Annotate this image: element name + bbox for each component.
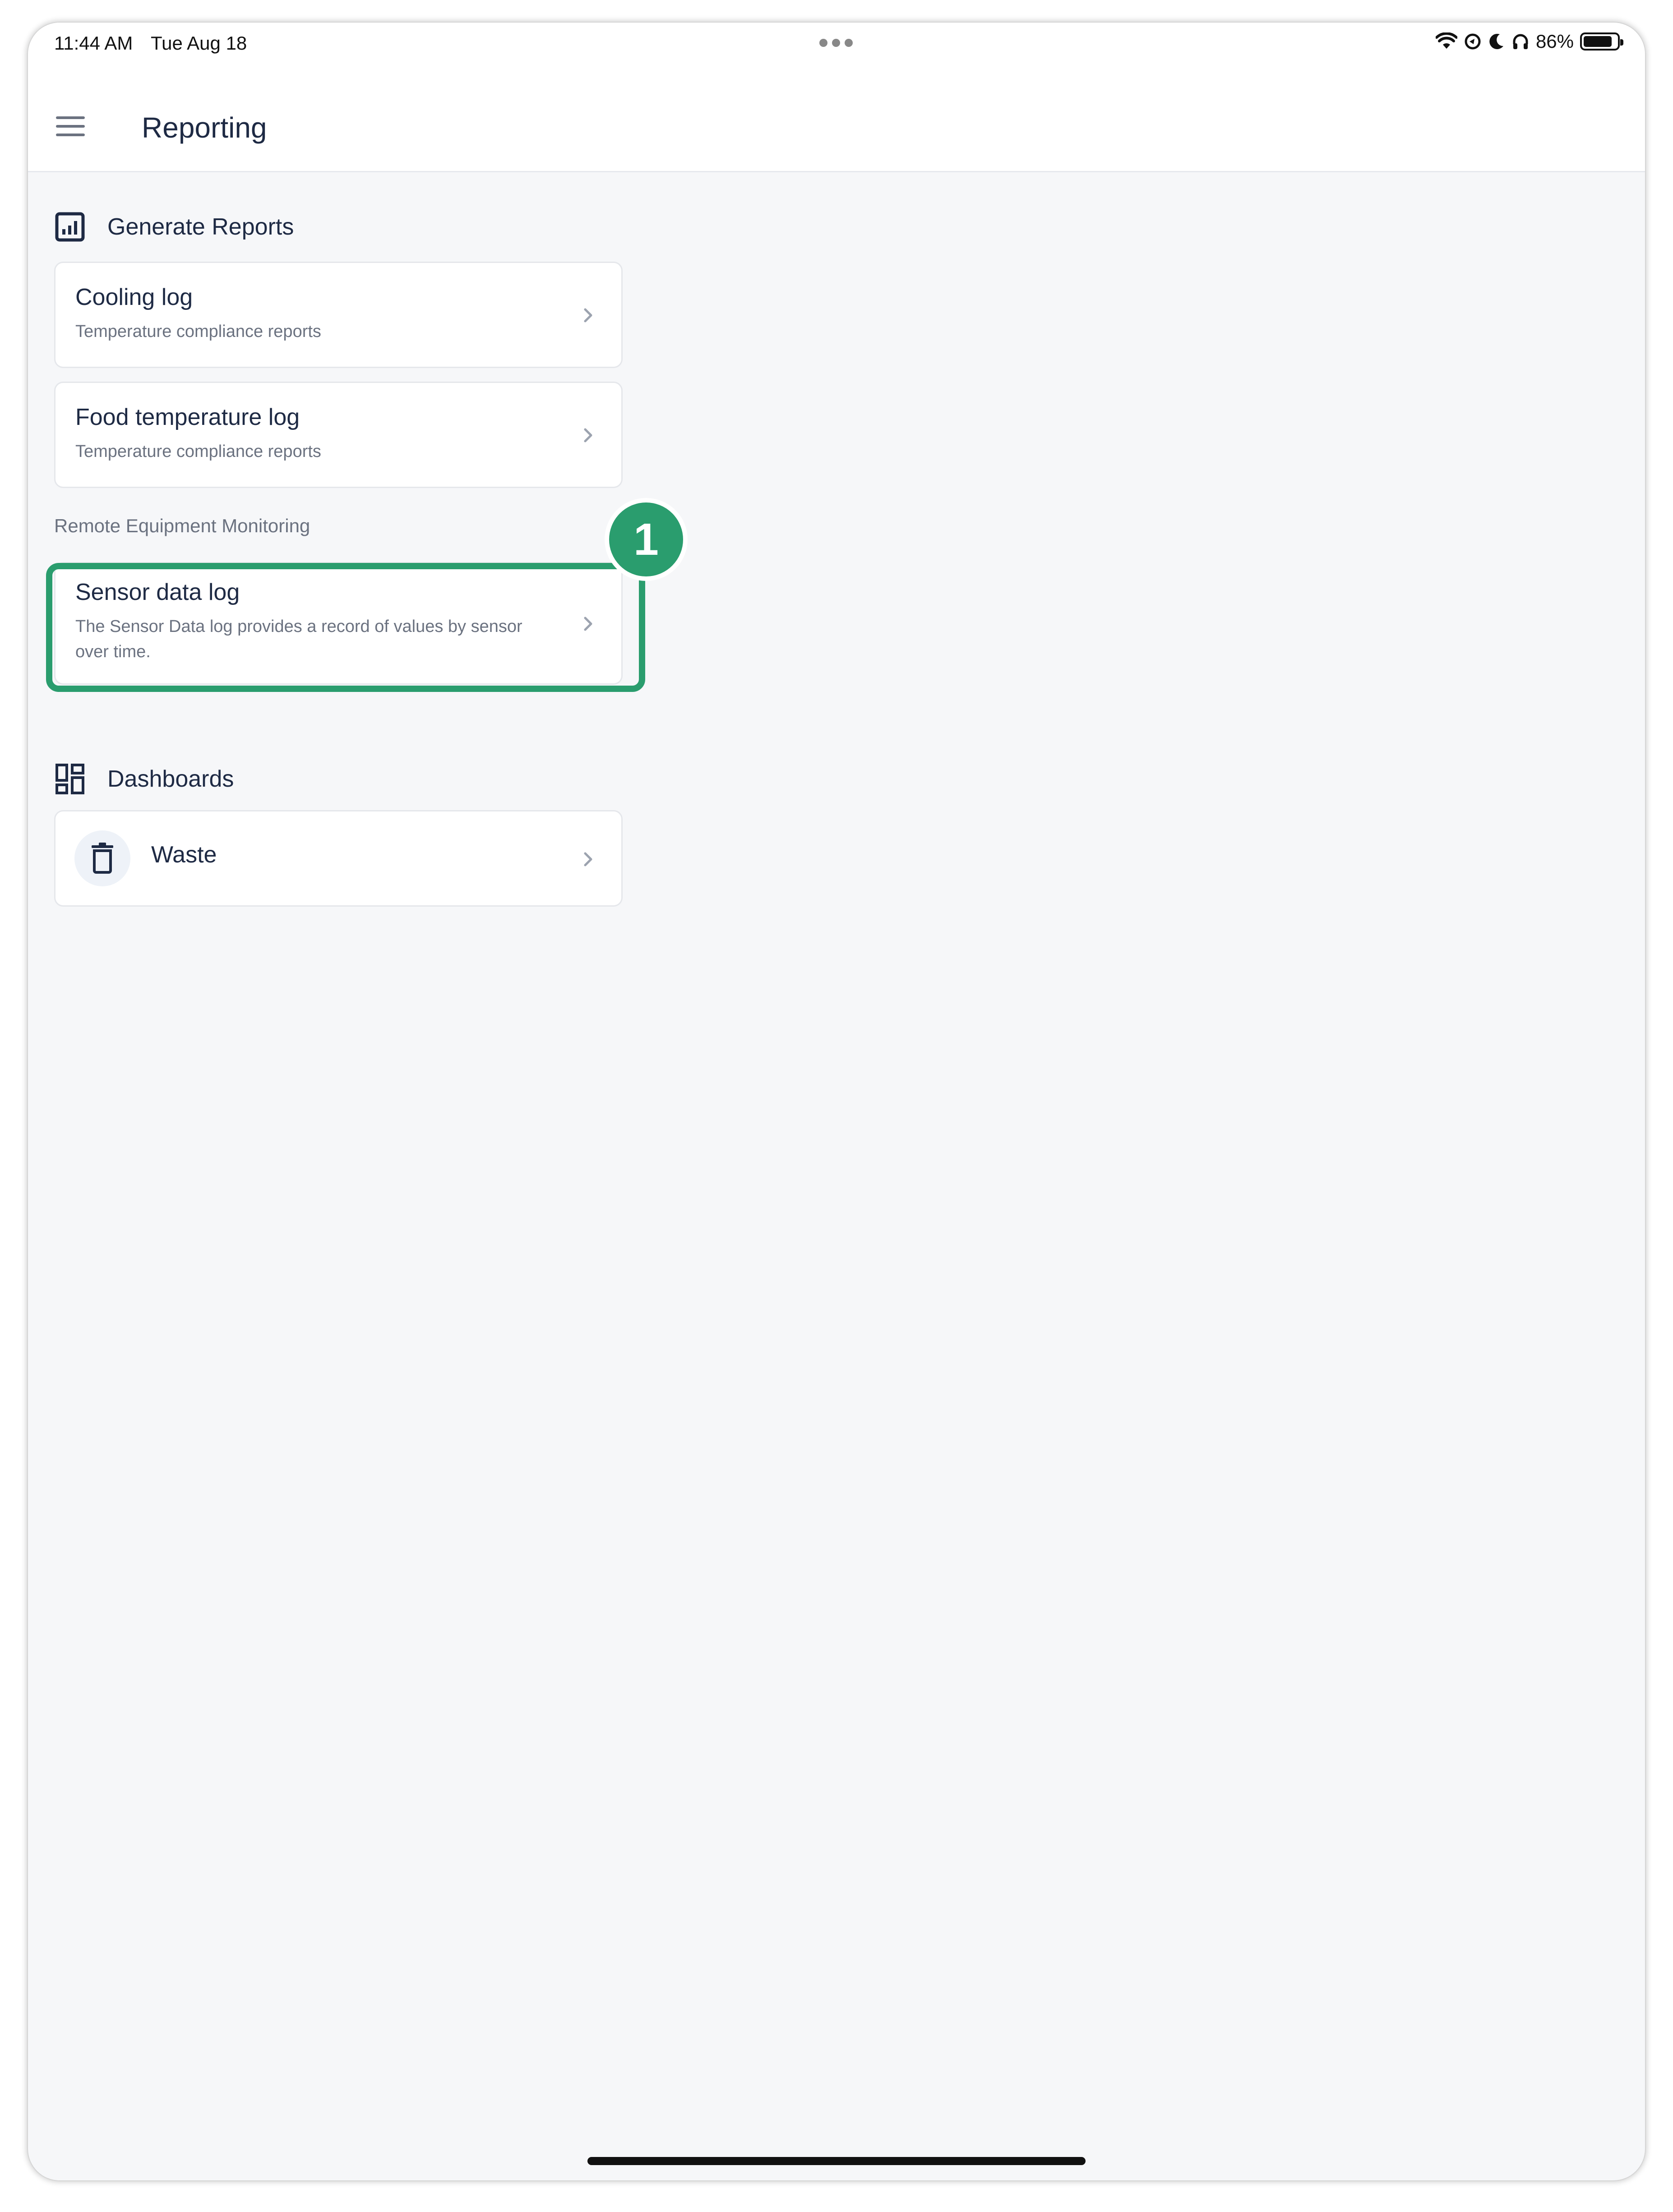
dashboards-header: Dashboards <box>54 763 234 795</box>
multitasking-dots[interactable] <box>819 39 853 47</box>
dashboard-card-waste[interactable]: Waste <box>54 810 623 907</box>
moon-icon <box>1489 33 1503 49</box>
bar-chart-icon <box>54 211 86 243</box>
report-card-subtitle: The Sensor Data log provides a record of… <box>75 617 522 661</box>
chevron-right-icon <box>584 852 592 866</box>
device-frame: 11:44 AM Tue Aug 18 86% Reporting Genera… <box>28 23 1645 2180</box>
location-lock-icon <box>1465 33 1481 50</box>
report-card-subtitle: Temperature compliance reports <box>75 442 321 461</box>
hamburger-menu-icon[interactable] <box>56 116 85 136</box>
report-card-sensor-data-log[interactable]: Sensor data log The Sensor Data log prov… <box>54 562 623 685</box>
report-card-food-temperature-log[interactable]: Food temperature log Temperature complia… <box>54 382 623 488</box>
status-date: Tue Aug 18 <box>151 32 247 54</box>
generate-reports-header: Generate Reports <box>54 211 294 243</box>
chevron-right-icon <box>584 617 592 631</box>
report-card-title: Cooling log <box>75 284 193 310</box>
report-card-title: Food temperature log <box>75 404 300 430</box>
battery-icon <box>1580 32 1623 51</box>
page-title: Reporting <box>142 111 267 144</box>
status-icons: 86% <box>1435 31 1623 52</box>
remote-monitoring-label: Remote Equipment Monitoring <box>54 515 310 536</box>
wifi-icon <box>1435 32 1457 49</box>
status-bar: 11:44 AM Tue Aug 18 86% <box>28 23 1645 72</box>
report-card-cooling-log[interactable]: Cooling log Temperature compliance repor… <box>54 262 623 368</box>
dashboards-heading: Dashboards <box>107 766 234 792</box>
status-time: 11:44 AM <box>54 32 133 54</box>
chevron-right-icon <box>584 308 592 323</box>
dashboard-grid-icon <box>54 763 86 795</box>
report-card-subtitle: Temperature compliance reports <box>75 322 321 341</box>
battery-level <box>1584 36 1612 47</box>
home-indicator[interactable] <box>587 2157 1086 2165</box>
chevron-right-icon <box>584 428 592 442</box>
headphones-icon <box>1513 34 1528 49</box>
dashboard-card-title: Waste <box>151 842 217 868</box>
callout-step-badge: 1 <box>605 498 688 581</box>
app-bar: Reporting <box>28 72 1645 172</box>
report-card-title: Sensor data log <box>75 579 240 605</box>
waste-avatar <box>74 830 130 886</box>
trash-icon <box>92 843 113 874</box>
battery-percent: 86% <box>1535 31 1574 52</box>
generate-reports-heading: Generate Reports <box>107 214 294 240</box>
